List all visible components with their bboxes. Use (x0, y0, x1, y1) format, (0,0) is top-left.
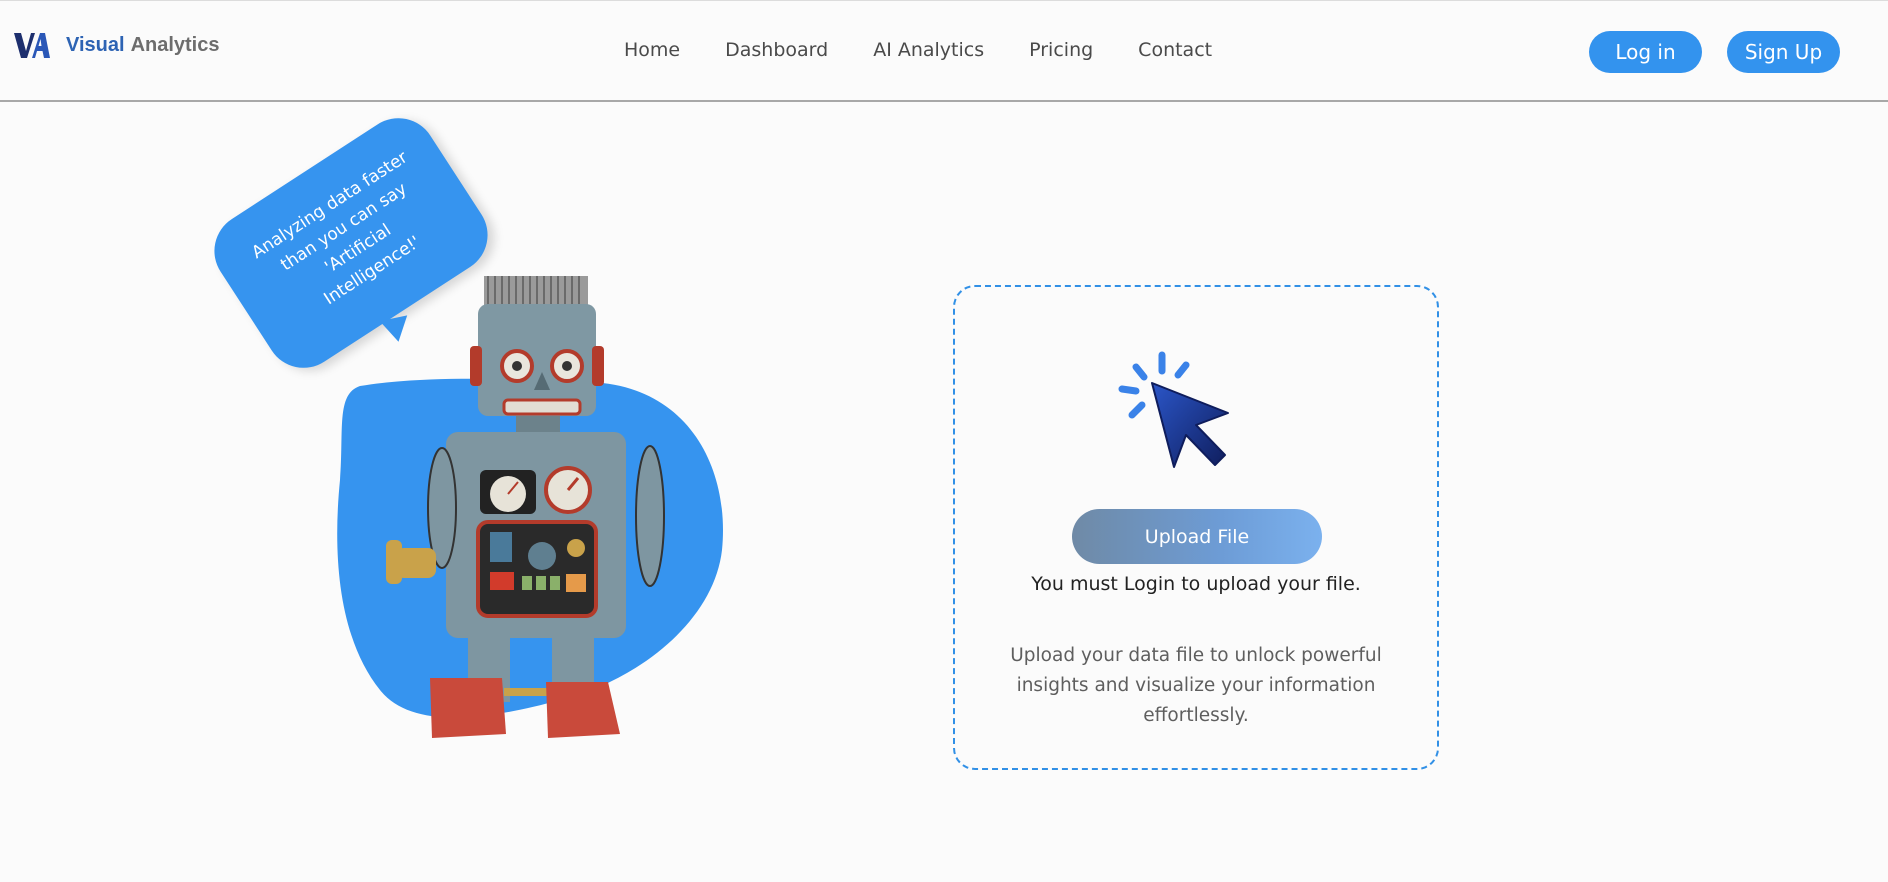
signup-button[interactable]: Sign Up (1727, 31, 1840, 73)
robot-graphic (337, 276, 723, 738)
nav-contact[interactable]: Contact (1138, 37, 1212, 63)
login-required-message: You must Login to upload your file. (1031, 573, 1361, 595)
login-button[interactable]: Log in (1589, 31, 1702, 73)
upload-description: Upload your data file to unlock powerful… (1010, 645, 1382, 726)
upload-file-button[interactable]: Upload File (1072, 509, 1322, 564)
nav-ai-analytics[interactable]: AI Analytics (873, 37, 984, 63)
upload-dropzone[interactable]: Upload File You must Login to upload you… (953, 285, 1439, 770)
nav-pricing[interactable]: Pricing (1029, 37, 1093, 63)
cursor-click-icon (1110, 347, 1240, 481)
